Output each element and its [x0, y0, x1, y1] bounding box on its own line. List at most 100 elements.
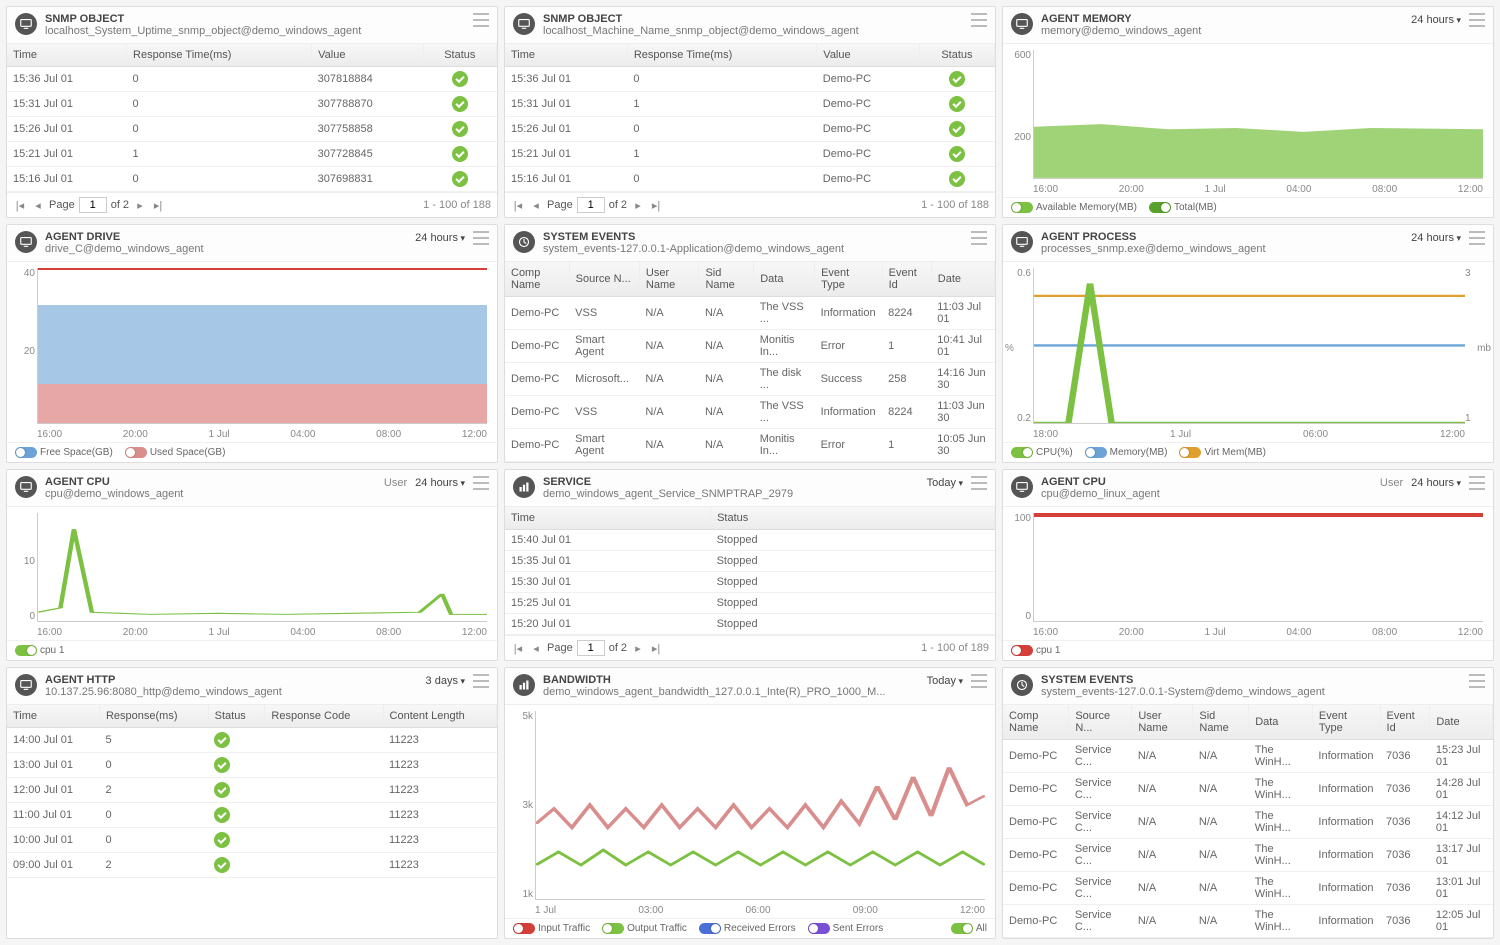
- col[interactable]: Response Code: [265, 705, 383, 728]
- legend-item[interactable]: Output Traffic: [602, 923, 687, 934]
- table-row[interactable]: 15:21 Jul 011307728845: [7, 142, 497, 167]
- widget-menu-button[interactable]: [1469, 13, 1485, 27]
- legend-item[interactable]: cpu 1: [1011, 645, 1060, 656]
- pager-input[interactable]: [577, 197, 605, 213]
- chart-plot[interactable]: [37, 513, 487, 622]
- table-row[interactable]: 11:00 Jul 01011223: [7, 803, 497, 828]
- col[interactable]: Content Length: [383, 705, 496, 728]
- widget-menu-button[interactable]: [1469, 674, 1485, 688]
- col[interactable]: Data: [754, 262, 815, 297]
- widget-menu-button[interactable]: [1469, 476, 1485, 490]
- widget-menu-button[interactable]: [971, 674, 987, 688]
- col[interactable]: Event Id: [1380, 705, 1430, 740]
- pager-input[interactable]: [577, 640, 605, 656]
- table-row[interactable]: 15:16 Jul 010Demo-PC: [505, 167, 995, 192]
- widget-menu-button[interactable]: [473, 674, 489, 688]
- table-row[interactable]: Demo-PCService C...N/AN/AThe WinH...Info…: [1003, 806, 1493, 839]
- legend-item[interactable]: Free Space(GB): [15, 447, 113, 458]
- legend-toggle[interactable]: [602, 923, 624, 934]
- table-row[interactable]: Demo-PCMicrosoft...N/AN/AThe disk ...Suc…: [505, 363, 995, 396]
- col[interactable]: Time: [7, 705, 99, 728]
- table-row[interactable]: 15:16 Jul 010307698831: [7, 167, 497, 192]
- table-row[interactable]: Demo-PCSmart AgentN/AN/AMonitis In...Err…: [505, 429, 995, 462]
- legend-toggle[interactable]: [1011, 447, 1033, 458]
- time-range-dropdown[interactable]: Today: [927, 675, 963, 687]
- table-row[interactable]: Demo-PCService C...N/AN/AThe WinH...Info…: [1003, 773, 1493, 806]
- legend-all[interactable]: All: [951, 923, 987, 934]
- table-row[interactable]: 15:35 Jul 01Stopped: [505, 551, 995, 572]
- col[interactable]: User Name: [1132, 705, 1193, 740]
- legend-item[interactable]: CPU(%): [1011, 447, 1073, 458]
- chart-plot[interactable]: [37, 268, 487, 424]
- pager-last[interactable]: ▸|: [151, 199, 165, 212]
- legend-toggle[interactable]: [1011, 645, 1033, 656]
- table-row[interactable]: 15:36 Jul 010Demo-PC: [505, 67, 995, 92]
- col[interactable]: Sid Name: [1193, 705, 1249, 740]
- legend-item[interactable]: Memory(MB): [1085, 447, 1168, 458]
- widget-menu-button[interactable]: [473, 231, 489, 245]
- col[interactable]: Response Time(ms): [627, 44, 816, 67]
- widget-menu-button[interactable]: [1469, 231, 1485, 245]
- widget-menu-button[interactable]: [473, 13, 489, 27]
- legend-toggle[interactable]: [1011, 202, 1033, 213]
- table-row[interactable]: 12:00 Jul 01211223: [7, 778, 497, 803]
- col[interactable]: Source N...: [1069, 705, 1132, 740]
- pager-first[interactable]: |◂: [511, 199, 525, 212]
- widget-menu-button[interactable]: [473, 476, 489, 490]
- legend-toggle[interactable]: [513, 923, 535, 934]
- table-row[interactable]: 09:00 Jul 01211223: [7, 853, 497, 878]
- col[interactable]: Status: [919, 44, 994, 67]
- legend-toggle[interactable]: [1149, 202, 1171, 213]
- col-time[interactable]: Time: [7, 44, 127, 67]
- legend-toggle[interactable]: [808, 923, 830, 934]
- table-row[interactable]: 15:20 Jul 01Stopped: [505, 614, 995, 635]
- widget-menu-button[interactable]: [971, 231, 987, 245]
- table-row[interactable]: 13:00 Jul 01011223: [7, 753, 497, 778]
- chart-plot[interactable]: [1033, 268, 1465, 424]
- col[interactable]: Date: [1430, 705, 1493, 740]
- col[interactable]: Sid Name: [699, 262, 754, 297]
- table-row[interactable]: 15:40 Jul 01Stopped: [505, 530, 995, 551]
- col[interactable]: Event Id: [882, 262, 931, 297]
- chart-plot[interactable]: [1033, 50, 1483, 179]
- widget-menu-button[interactable]: [971, 13, 987, 27]
- time-range-dropdown[interactable]: 3 days: [426, 675, 465, 687]
- chart-plot[interactable]: [1033, 513, 1483, 622]
- pager-first[interactable]: |◂: [511, 642, 525, 655]
- legend-item[interactable]: Available Memory(MB): [1011, 202, 1137, 213]
- legend-toggle[interactable]: [951, 923, 973, 934]
- legend-item[interactable]: Total(MB): [1149, 202, 1217, 213]
- legend-toggle[interactable]: [699, 923, 721, 934]
- col[interactable]: Response(ms): [99, 705, 208, 728]
- time-range-dropdown[interactable]: 24 hours: [1411, 232, 1461, 244]
- col-value[interactable]: Value: [312, 44, 423, 67]
- col[interactable]: Status: [711, 507, 995, 530]
- pager-last[interactable]: ▸|: [649, 199, 663, 212]
- table-row[interactable]: Demo-PCService C...N/AN/AThe WinH...Info…: [1003, 872, 1493, 905]
- col[interactable]: Event Type: [815, 262, 883, 297]
- table-row[interactable]: Demo-PCService C...N/AN/AThe WinH...Info…: [1003, 905, 1493, 938]
- legend-toggle[interactable]: [1085, 447, 1107, 458]
- legend-item[interactable]: Received Errors: [699, 923, 796, 934]
- pager-prev[interactable]: ◂: [529, 199, 543, 212]
- pager-next[interactable]: ▸: [631, 199, 645, 212]
- chart-plot[interactable]: [535, 711, 985, 900]
- col[interactable]: Source N...: [569, 262, 639, 297]
- col-status[interactable]: Status: [423, 44, 496, 67]
- table-row[interactable]: Demo-PCSmart AgentN/AN/AMonitis In...Err…: [505, 330, 995, 363]
- table-row[interactable]: 15:30 Jul 01Stopped: [505, 572, 995, 593]
- legend-item[interactable]: Virt Mem(MB): [1179, 447, 1265, 458]
- table-row[interactable]: 15:36 Jul 010307818884: [7, 67, 497, 92]
- pager-last[interactable]: ▸|: [649, 642, 663, 655]
- pager-input[interactable]: [79, 197, 107, 213]
- time-range-dropdown[interactable]: 24 hours: [1411, 14, 1461, 26]
- legend-item[interactable]: Used Space(GB): [125, 447, 226, 458]
- pager-next[interactable]: ▸: [133, 199, 147, 212]
- time-range-dropdown[interactable]: 24 hours: [415, 477, 465, 489]
- pager-prev[interactable]: ◂: [529, 642, 543, 655]
- legend-toggle[interactable]: [125, 447, 147, 458]
- pager-first[interactable]: |◂: [13, 199, 27, 212]
- pager-prev[interactable]: ◂: [31, 199, 45, 212]
- col[interactable]: Data: [1249, 705, 1313, 740]
- table-row[interactable]: 14:00 Jul 01511223: [7, 728, 497, 753]
